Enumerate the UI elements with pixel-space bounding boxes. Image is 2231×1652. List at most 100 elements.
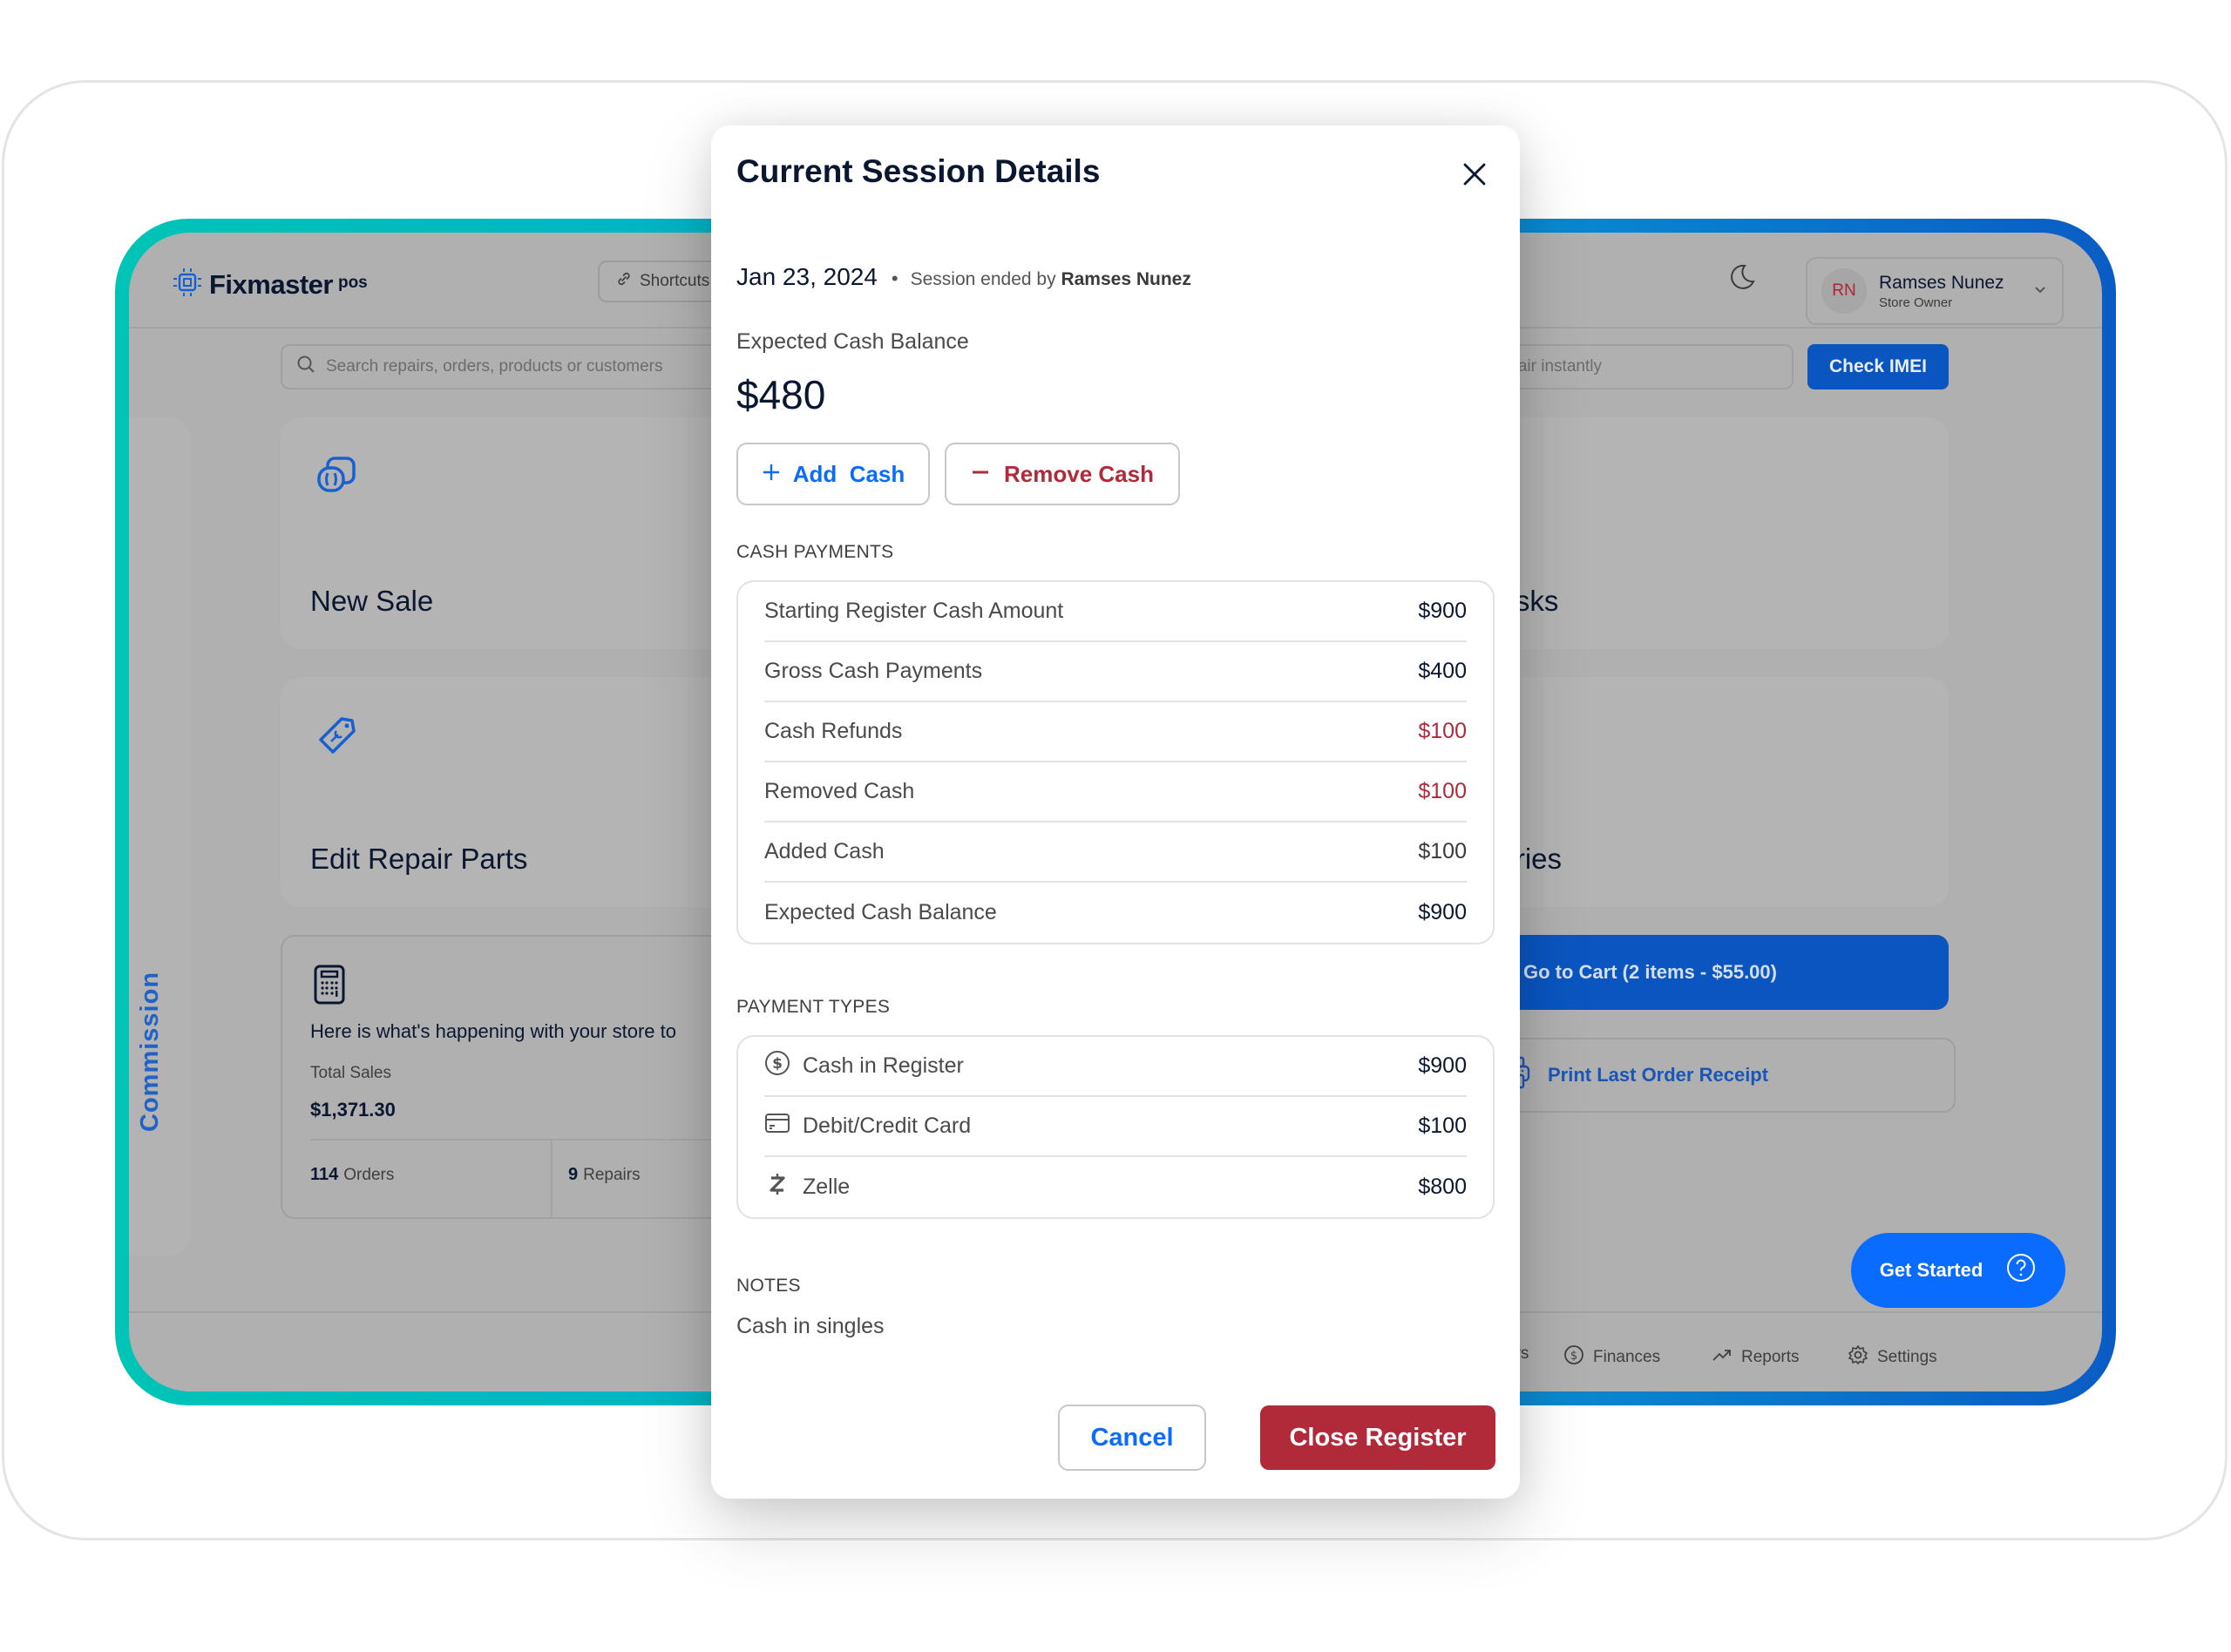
session-date: Jan 23, 2024 bbox=[736, 263, 878, 290]
avatar: RN bbox=[1821, 268, 1867, 314]
session-ended-user: Ramses Nunez bbox=[1061, 269, 1191, 289]
edit-repair-parts-title: Edit Repair Parts bbox=[310, 843, 528, 875]
repairs-count: 9 bbox=[568, 1165, 579, 1184]
plus-icon bbox=[762, 461, 781, 488]
stats-column-divider bbox=[551, 1139, 553, 1217]
go-to-cart-label: Go to Cart (2 items - $55.00) bbox=[1523, 961, 1777, 983]
payment-type-value: $100 bbox=[1418, 1114, 1467, 1138]
payment-types-label: PAYMENT TYPES bbox=[736, 997, 891, 1017]
print-last-receipt-button[interactable]: Print Last Order Receipt bbox=[1462, 1038, 1956, 1113]
commission-tab[interactable]: Commission bbox=[129, 417, 190, 1256]
expected-cash-balance-value: $480 bbox=[736, 372, 826, 417]
payment-types-panel: $ Cash in Register $900 Debit/Credit Car… bbox=[736, 1035, 1495, 1219]
total-sales-label: Total Sales bbox=[310, 1064, 391, 1082]
notes-label: NOTES bbox=[736, 1276, 801, 1296]
cash-row-value: $100 bbox=[1418, 719, 1467, 743]
payment-type-label: Debit/Credit Card bbox=[764, 1110, 971, 1142]
notes-text: Cash in singles bbox=[736, 1314, 885, 1338]
session-ended-by: Session ended by Ramses Nunez bbox=[911, 269, 1191, 290]
payment-type-row: Zelle $800 bbox=[764, 1157, 1467, 1217]
get-started-label: Get Started bbox=[1879, 1259, 1983, 1281]
remove-cash-button[interactable]: Remove Cash bbox=[945, 443, 1180, 505]
payment-type-value: $900 bbox=[1418, 1053, 1467, 1078]
link-icon bbox=[615, 270, 633, 293]
close-icon[interactable] bbox=[1457, 157, 1492, 192]
repair-tag-icon bbox=[315, 715, 357, 762]
total-sales-value: $1,371.30 bbox=[310, 1099, 396, 1121]
user-name: Ramses Nunez bbox=[1879, 272, 2004, 293]
cash-row: Removed Cash $100 bbox=[764, 762, 1467, 823]
commission-label: Commission bbox=[136, 971, 164, 1132]
accessories-card[interactable]: sories bbox=[1462, 677, 1949, 907]
new-sale-icon bbox=[315, 456, 357, 498]
cash-row-label: Added Cash bbox=[764, 839, 885, 863]
expected-cash-balance-label: Expected Cash Balance bbox=[736, 329, 969, 354]
cash-row: Starting Register Cash Amount $900 bbox=[764, 582, 1467, 642]
modal-title: Current Session Details bbox=[736, 153, 1101, 189]
cash-row: Cash Refunds $100 bbox=[764, 702, 1467, 762]
remove-cash-label: Remove Cash bbox=[1004, 460, 1154, 487]
credit-card-icon bbox=[764, 1110, 790, 1142]
close-register-button[interactable]: Close Register bbox=[1260, 1405, 1495, 1470]
cash-row-value: $900 bbox=[1418, 599, 1467, 623]
cash-row-value: $100 bbox=[1418, 779, 1467, 803]
logo[interactable]: Fixmaster pos bbox=[171, 266, 368, 303]
check-imei-button[interactable]: Check IMEI bbox=[1807, 344, 1949, 389]
add-cash-button[interactable]: Add Cash bbox=[736, 443, 930, 505]
dark-mode-toggle-icon[interactable] bbox=[1727, 262, 1757, 296]
calculator-icon bbox=[314, 965, 345, 1009]
payment-type-row: Debit/Credit Card $100 bbox=[764, 1097, 1467, 1157]
nav-item-settings[interactable]: Settings bbox=[1848, 1344, 1937, 1371]
payment-type-name: Cash in Register bbox=[803, 1053, 964, 1078]
logo-suffix: pos bbox=[337, 273, 368, 292]
trend-up-icon bbox=[1712, 1344, 1733, 1371]
nav-label-finances: Finances bbox=[1593, 1348, 1661, 1366]
svg-text:$: $ bbox=[772, 1055, 783, 1073]
get-started-button[interactable]: Get Started bbox=[1851, 1233, 2065, 1308]
logo-text: Fixmaster bbox=[209, 268, 333, 300]
dollar-circle-icon: $ bbox=[1563, 1344, 1584, 1371]
nav-label-reports: Reports bbox=[1741, 1348, 1800, 1366]
search-icon bbox=[296, 355, 315, 379]
payment-type-row: $ Cash in Register $900 bbox=[764, 1037, 1467, 1097]
repairs-stat: 9 Repairs bbox=[568, 1165, 641, 1185]
new-sale-title: New Sale bbox=[310, 585, 434, 617]
cash-row-label: Removed Cash bbox=[764, 779, 915, 803]
payment-type-value: $800 bbox=[1418, 1175, 1467, 1199]
session-details-modal: Current Session Details Jan 23, 2024 • S… bbox=[711, 125, 1520, 1499]
cash-row-label: Cash Refunds bbox=[764, 719, 903, 743]
payment-type-label: Zelle bbox=[764, 1171, 850, 1203]
help-circle-icon bbox=[2005, 1252, 2037, 1289]
cash-row: Gross Cash Payments $400 bbox=[764, 642, 1467, 702]
stats-headline: Here is what's happening with your store… bbox=[310, 1020, 676, 1042]
gear-icon bbox=[1848, 1344, 1868, 1371]
cash-row-label: Gross Cash Payments bbox=[764, 659, 983, 683]
cash-payments-label: CASH PAYMENTS bbox=[736, 542, 894, 562]
cash-row-value: $900 bbox=[1418, 900, 1467, 924]
chevron-down-icon bbox=[2032, 281, 2048, 301]
orders-stat: 114 Orders bbox=[310, 1165, 394, 1185]
cash-row-label: Starting Register Cash Amount bbox=[764, 599, 1064, 623]
nav-item-reports[interactable]: Reports bbox=[1712, 1344, 1800, 1371]
cash-payments-panel: Starting Register Cash Amount $900 Gross… bbox=[736, 580, 1495, 944]
shortcuts-button[interactable]: Shortcuts bbox=[598, 261, 728, 302]
payment-type-name: Zelle bbox=[803, 1175, 851, 1199]
dollar-circle-icon: $ bbox=[764, 1050, 790, 1082]
cancel-button[interactable]: Cancel bbox=[1058, 1405, 1206, 1471]
cash-row-value: $100 bbox=[1418, 839, 1467, 863]
shortcuts-label: Shortcuts bbox=[640, 272, 710, 290]
user-role: Store Owner bbox=[1879, 295, 1953, 310]
nav-item-finances[interactable]: $ Finances bbox=[1563, 1344, 1660, 1371]
tasks-card[interactable]: Tasks bbox=[1462, 417, 1949, 649]
go-to-cart-button[interactable]: Go to Cart (2 items - $55.00) bbox=[1462, 935, 1949, 1010]
separator-dot: • bbox=[891, 267, 899, 289]
nav-label-settings: Settings bbox=[1877, 1348, 1937, 1366]
payment-type-label: $ Cash in Register bbox=[764, 1050, 964, 1082]
add-cash-label: Add Cash bbox=[792, 460, 905, 487]
user-menu[interactable]: RN Ramses Nunez Store Owner bbox=[1806, 257, 2064, 325]
print-last-receipt-label: Print Last Order Receipt bbox=[1548, 1064, 1769, 1086]
cash-row: Added Cash $100 bbox=[764, 823, 1467, 883]
minus-icon bbox=[971, 461, 990, 488]
cash-row-value: $400 bbox=[1418, 659, 1467, 683]
cash-row-label: Expected Cash Balance bbox=[764, 900, 997, 924]
